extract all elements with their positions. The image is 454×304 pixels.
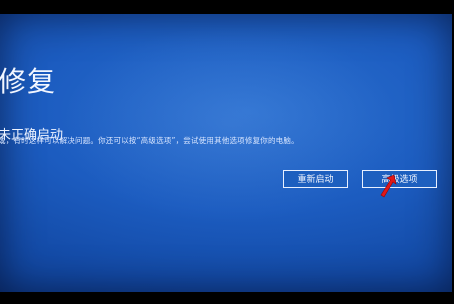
restart-button[interactable]: 重新启动 <box>283 170 348 188</box>
recovery-screen: 修复 未正确启动 或，有时这样可以解决问题。你还可以按“高级选项”，尝试使用其他… <box>0 14 452 292</box>
red-arrow-icon <box>380 174 397 198</box>
page-title: 修复 <box>0 65 57 98</box>
page-description: 或，有时这样可以解决问题。你还可以按“高级选项”，尝试使用其他选项修复你的电脑。 <box>0 136 299 145</box>
photo-frame: 修复 未正确启动 或，有时这样可以解决问题。你还可以按“高级选项”，尝试使用其他… <box>0 0 454 304</box>
screen-glare <box>60 24 400 224</box>
photo-bottom-edge <box>0 292 454 304</box>
